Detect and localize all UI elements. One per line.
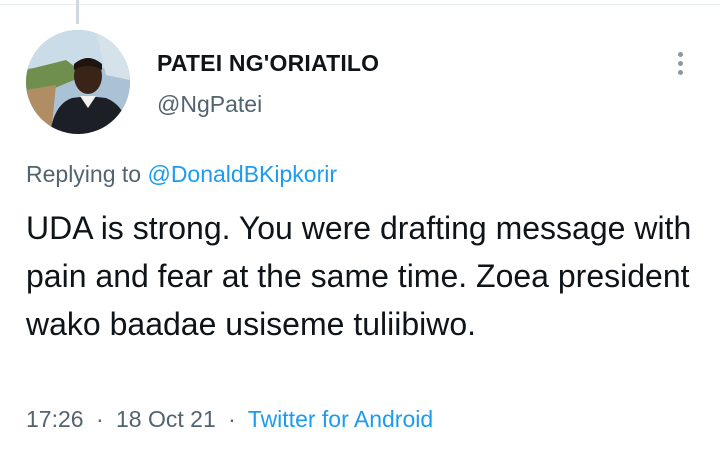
tweet-text: UDA is strong. You were drafting message… bbox=[26, 210, 692, 342]
avatar[interactable] bbox=[26, 30, 130, 134]
tweet-metadata: 17:26 · 18 Oct 21 · Twitter for Android bbox=[26, 406, 433, 433]
tweet-source-link[interactable]: Twitter for Android bbox=[248, 406, 433, 432]
author-name[interactable]: PATEI NG'ORIATILO bbox=[157, 50, 379, 77]
more-dot bbox=[677, 61, 683, 66]
avatar-photo bbox=[26, 30, 130, 134]
separator-dot: · bbox=[228, 406, 236, 432]
replying-label: Replying to bbox=[26, 161, 142, 187]
replying-to-line: Replying to @DonaldBKipkorir bbox=[26, 161, 337, 188]
replying-to-link[interactable]: @DonaldBKipkorir bbox=[147, 161, 337, 187]
separator-dot: · bbox=[95, 406, 104, 432]
tweet-date[interactable]: 18 Oct 21 bbox=[116, 406, 216, 432]
more-dot bbox=[677, 70, 683, 75]
thread-connector-line bbox=[76, 0, 79, 24]
top-divider bbox=[0, 0, 720, 5]
more-vertical-icon[interactable] bbox=[668, 48, 692, 78]
author-handle[interactable]: @NgPatei bbox=[157, 91, 262, 118]
tweet-time[interactable]: 17:26 bbox=[26, 406, 84, 432]
more-dot bbox=[677, 52, 683, 57]
